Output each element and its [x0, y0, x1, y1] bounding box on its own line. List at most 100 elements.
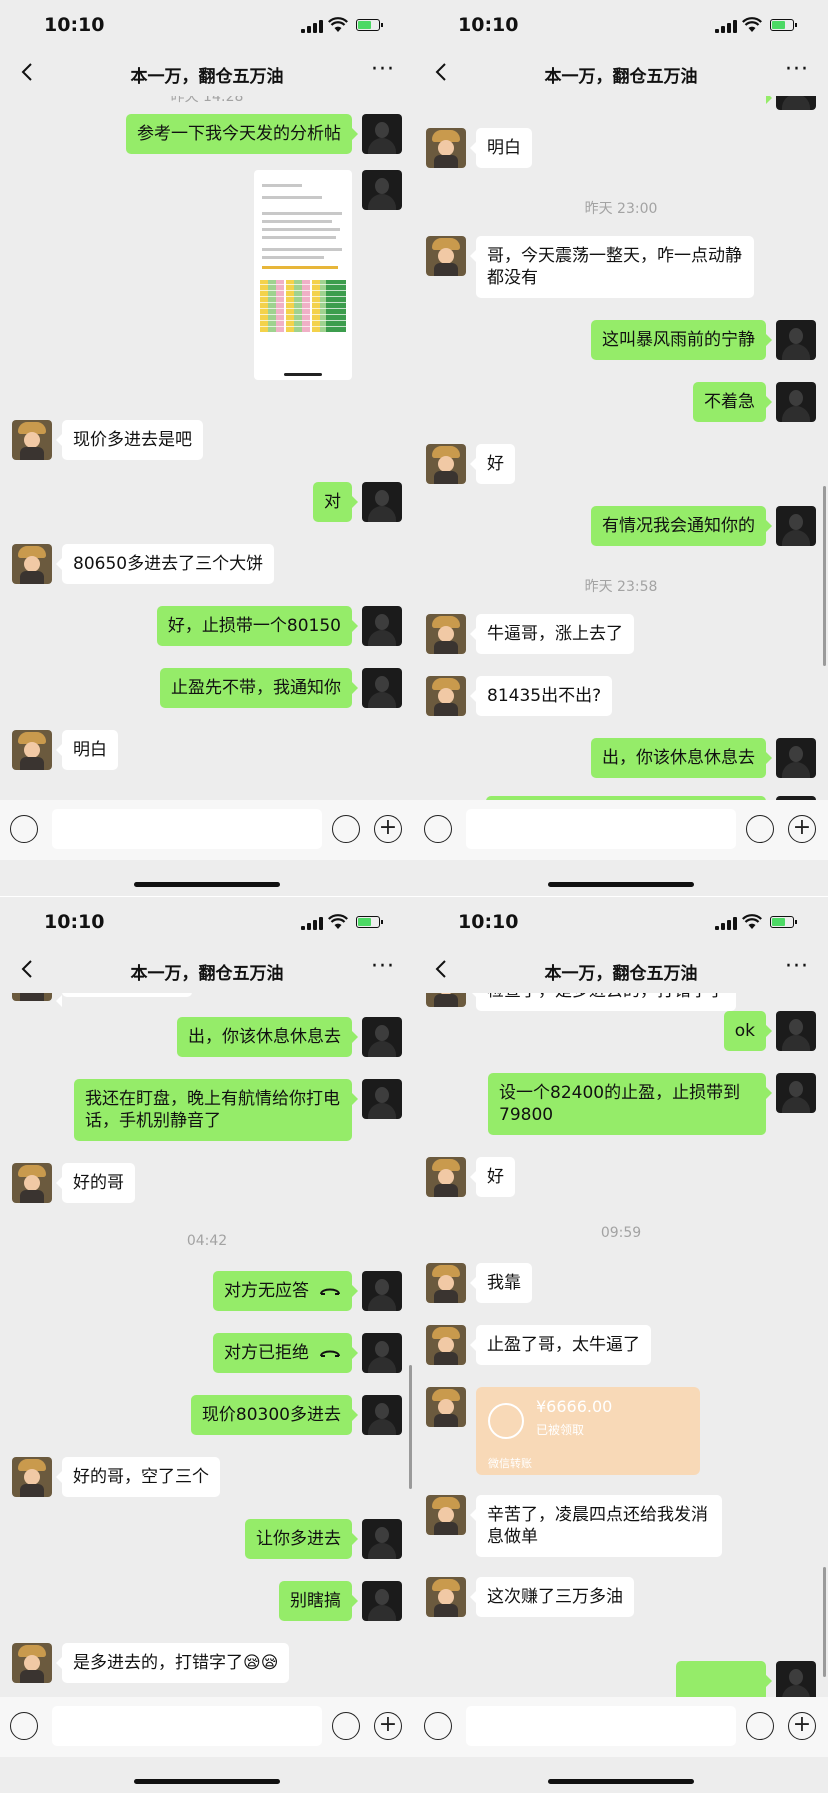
- voice-icon[interactable]: [10, 1712, 38, 1740]
- contact-avatar[interactable]: [12, 1457, 52, 1497]
- message-bubble[interactable]: 牛逼哥，涨上去了: [470, 614, 634, 654]
- message-input[interactable]: [52, 1706, 322, 1746]
- scrollbar[interactable]: [823, 1567, 826, 1677]
- more-options-icon[interactable]: ···: [780, 953, 814, 981]
- contact-avatar[interactable]: [426, 1263, 466, 1303]
- emoji-icon[interactable]: [332, 815, 360, 843]
- self-avatar[interactable]: [362, 1519, 402, 1559]
- emoji-icon[interactable]: [746, 815, 774, 843]
- self-avatar[interactable]: [362, 482, 402, 522]
- emoji-icon[interactable]: [746, 1712, 774, 1740]
- contact-avatar[interactable]: [426, 128, 466, 168]
- self-avatar[interactable]: [362, 1079, 402, 1119]
- message-bubble[interactable]: 好: [470, 444, 515, 484]
- self-avatar[interactable]: [362, 606, 402, 646]
- contact-avatar[interactable]: [12, 1643, 52, 1683]
- contact-avatar[interactable]: [12, 1163, 52, 1203]
- self-avatar[interactable]: [776, 1661, 816, 1697]
- contact-avatar[interactable]: [426, 676, 466, 716]
- contact-avatar[interactable]: [12, 993, 52, 1001]
- contact-avatar[interactable]: [426, 236, 466, 276]
- self-avatar[interactable]: [362, 1581, 402, 1621]
- plus-icon[interactable]: +: [374, 815, 402, 843]
- voice-icon[interactable]: [424, 1712, 452, 1740]
- message-bubble[interactable]: 检查了，是多进去的，打错字了: [470, 993, 736, 1011]
- contact-avatar[interactable]: [12, 730, 52, 770]
- message-bubble[interactable]: 有情况我会通知你的: [591, 506, 772, 546]
- plus-icon[interactable]: +: [374, 1712, 402, 1740]
- contact-avatar[interactable]: [12, 420, 52, 460]
- self-avatar[interactable]: [362, 668, 402, 708]
- more-options-icon[interactable]: ···: [366, 56, 400, 84]
- plus-icon[interactable]: +: [788, 815, 816, 843]
- message-list[interactable]: 检查了，是多进去的，打错字了 ok 设一个82400的止盈，止损带到79800 …: [414, 993, 828, 1697]
- message-bubble[interactable]: 明白: [470, 128, 532, 168]
- message-bubble-partial[interactable]: [676, 1661, 772, 1697]
- contact-avatar[interactable]: [426, 614, 466, 654]
- contact-avatar[interactable]: [426, 993, 466, 1007]
- message-bubble[interactable]: 参考一下我今天发的分析帖: [126, 114, 358, 154]
- contact-avatar[interactable]: [12, 544, 52, 584]
- voice-icon[interactable]: [424, 815, 452, 843]
- contact-avatar[interactable]: [426, 1577, 466, 1617]
- message-list[interactable]: 昨天 14:28 参考一下我今天发的分析帖 现价多进去是吧 对 80650多进去…: [0, 96, 414, 800]
- message-bubble[interactable]: 出，你该休息休息去: [591, 738, 772, 778]
- contact-avatar[interactable]: [426, 1495, 466, 1535]
- message-bubble[interactable]: 这次赚了三万多油: [470, 1577, 634, 1617]
- contact-avatar[interactable]: [426, 1325, 466, 1365]
- message-list[interactable]: 明白 昨天 23:00 哥，今天震荡一整天，咋一点动静都没有 这叫暴风雨前的宁静…: [414, 96, 828, 800]
- more-options-icon[interactable]: ···: [780, 56, 814, 84]
- self-avatar[interactable]: [776, 96, 816, 110]
- message-bubble[interactable]: 止盈了哥，太牛逼了: [470, 1325, 651, 1365]
- message-bubble-partial[interactable]: [56, 993, 192, 1007]
- scrollbar[interactable]: [409, 1365, 412, 1489]
- message-bubble[interactable]: 好的哥，空了三个: [56, 1457, 220, 1497]
- contact-avatar[interactable]: [426, 1387, 466, 1427]
- message-bubble[interactable]: 好: [470, 1157, 515, 1197]
- message-bubble[interactable]: 对: [313, 482, 358, 522]
- message-bubble[interactable]: 现价多进去是吧: [56, 420, 203, 460]
- message-bubble[interactable]: 好，止损带一个80150: [156, 606, 359, 646]
- message-bubble[interactable]: 设一个82400的止盈，止损带到79800: [488, 1073, 772, 1135]
- scrollbar[interactable]: [823, 486, 826, 666]
- message-bubble[interactable]: 是多进去的，打错字了😪😪: [55, 1643, 290, 1683]
- message-bubble[interactable]: ok: [723, 1011, 773, 1051]
- message-bubble[interactable]: 别瞎搞: [279, 1581, 358, 1621]
- image-message[interactable]: [254, 170, 352, 380]
- self-avatar[interactable]: [362, 1271, 402, 1311]
- message-bubble[interactable]: 不着急: [693, 382, 772, 422]
- more-options-icon[interactable]: ···: [366, 953, 400, 981]
- message-bubble[interactable]: 我还在盯盘，晚上有航情给你打电话，手机别静音了: [74, 1079, 358, 1141]
- self-avatar[interactable]: [776, 382, 816, 422]
- message-bubble[interactable]: 80650多进去了三个大饼: [55, 544, 275, 584]
- contact-avatar[interactable]: [426, 444, 466, 484]
- self-avatar[interactable]: [776, 1073, 816, 1113]
- plus-icon[interactable]: +: [788, 1712, 816, 1740]
- self-avatar[interactable]: [776, 320, 816, 360]
- call-record-bubble[interactable]: 对方无应答: [213, 1271, 358, 1311]
- self-avatar[interactable]: [362, 1395, 402, 1435]
- message-bubble[interactable]: 出，你该休息休息去: [177, 1017, 358, 1057]
- message-list[interactable]: 出，你该休息休息去 我还在盯盘，晚上有航情给你打电话，手机别静音了 好的哥 04…: [0, 993, 414, 1697]
- transfer-card[interactable]: ¥6666.00 已被领取 微信转账: [476, 1387, 700, 1475]
- message-bubble[interactable]: 这叫暴风雨前的宁静: [591, 320, 772, 360]
- message-bubble[interactable]: 81435出不出?: [469, 676, 613, 716]
- message-bubble[interactable]: 好的哥: [56, 1163, 135, 1203]
- message-bubble[interactable]: 现价80300多进去: [190, 1395, 359, 1435]
- message-input[interactable]: [52, 809, 322, 849]
- self-avatar[interactable]: [776, 506, 816, 546]
- self-avatar[interactable]: [362, 1333, 402, 1373]
- call-record-bubble[interactable]: 对方已拒绝: [213, 1333, 358, 1373]
- self-avatar[interactable]: [362, 114, 402, 154]
- message-bubble[interactable]: 哥，今天震荡一整天，咋一点动静都没有: [470, 236, 754, 298]
- message-input[interactable]: [466, 809, 736, 849]
- self-avatar[interactable]: [362, 1017, 402, 1057]
- message-bubble[interactable]: 让你多进去: [245, 1519, 358, 1559]
- self-avatar[interactable]: [776, 738, 816, 778]
- message-bubble[interactable]: 我靠: [470, 1263, 532, 1303]
- self-avatar[interactable]: [776, 1011, 816, 1051]
- contact-avatar[interactable]: [426, 1157, 466, 1197]
- self-avatar[interactable]: [362, 170, 402, 210]
- voice-icon[interactable]: [10, 815, 38, 843]
- message-bubble[interactable]: 明白: [56, 730, 118, 770]
